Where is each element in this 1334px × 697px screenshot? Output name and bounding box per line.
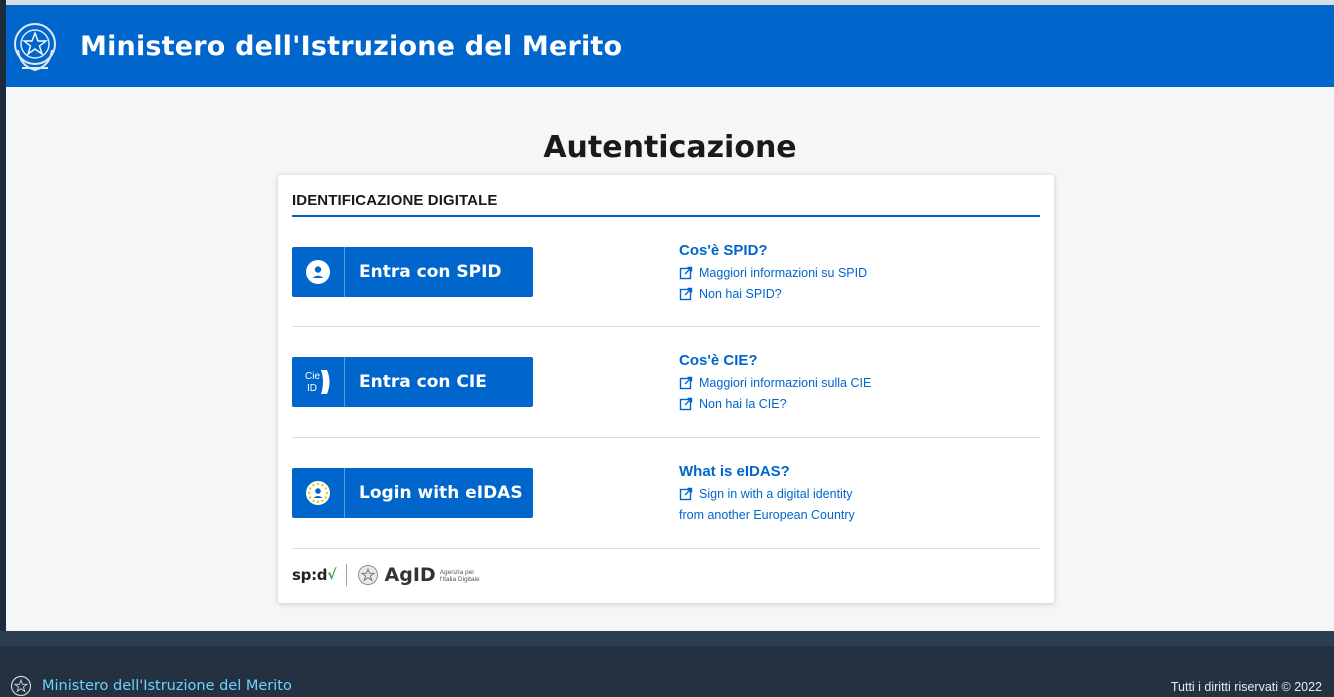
footer-copyright: Tutti i diritti riservati © 2022	[1170, 680, 1322, 694]
eidas-info-title[interactable]: What is eIDAS?	[679, 463, 1029, 480]
eidas-link-continuation[interactable]: from another European Country	[679, 508, 1029, 522]
authentication-card: IDENTIFICAZIONE DIGITALE Entra con SPID …	[278, 175, 1054, 603]
spid-login-row: Entra con SPID Cos'è SPID? Maggiori info…	[292, 242, 1040, 357]
section-title-underline	[292, 215, 1040, 217]
user-icon	[292, 247, 345, 297]
eidas-login-button[interactable]: Login with eIDAS	[292, 468, 533, 518]
spid-check-icon: √	[327, 567, 337, 583]
agid-emblem-icon	[357, 565, 378, 585]
spid-logo: sp:d	[292, 566, 328, 584]
spid-button-label: Entra con SPID	[359, 262, 502, 282]
eidas-info: What is eIDAS? Sign in with a digital id…	[679, 463, 1029, 522]
spid-info-title[interactable]: Cos'è SPID?	[679, 242, 1029, 259]
row-divider	[292, 326, 1040, 327]
link-text: Maggiori informazioni sulla CIE	[699, 376, 872, 390]
page-title: Autenticazione	[543, 130, 797, 165]
link-text: Maggiori informazioni su SPID	[699, 266, 868, 280]
row-divider	[292, 437, 1040, 438]
agid-logo-text: AgID	[384, 564, 436, 586]
cie-button-label: Entra con CIE	[359, 372, 487, 392]
footer-top-band	[0, 631, 1334, 646]
italian-republic-emblem-icon	[10, 675, 32, 697]
italian-republic-emblem-icon[interactable]	[9, 15, 61, 77]
eidas-sign-in-link[interactable]: Sign in with a digital identity	[679, 487, 1029, 501]
external-link-icon	[679, 487, 693, 501]
cie-more-info-link[interactable]: Maggiori informazioni sulla CIE	[679, 376, 1029, 390]
link-text: Non hai la CIE?	[699, 397, 787, 411]
row-divider	[292, 548, 1040, 549]
logo-divider	[345, 564, 347, 586]
spid-info: Cos'è SPID? Maggiori informazioni su SPI…	[679, 242, 1029, 301]
footer-ministry-link[interactable]: Ministero dell'Istruzione del Merito	[42, 678, 292, 694]
agid-subtitle-line: Agenzia per	[439, 569, 475, 576]
cie-login-row: Cie ID Entra con CIE Cos'è CIE? Maggiori…	[292, 352, 1040, 467]
eidas-button-label: Login with eIDAS	[359, 483, 523, 503]
section-title: IDENTIFICAZIONE DIGITALE	[292, 192, 498, 209]
brand-logos: sp:d √ AgID Agenzia per l'Italia Digital…	[292, 562, 480, 588]
cie-icon-text-top: Cie	[305, 371, 320, 382]
external-link-icon	[679, 376, 693, 390]
external-link-icon	[679, 266, 693, 280]
site-footer: Ministero dell'Istruzione del Merito Tut…	[0, 646, 1334, 697]
link-text: Sign in with a digital identity	[699, 487, 853, 501]
cie-login-button[interactable]: Cie ID Entra con CIE	[292, 357, 533, 407]
site-header: Ministero dell'Istruzione del Merito	[6, 5, 1334, 87]
agid-subtitle: Agenzia per l'Italia Digitale	[440, 569, 480, 583]
external-link-icon	[679, 397, 693, 411]
site-title[interactable]: Ministero dell'Istruzione del Merito	[80, 31, 622, 62]
spid-no-account-link[interactable]: Non hai SPID?	[679, 287, 1029, 301]
cie-info-title[interactable]: Cos'è CIE?	[679, 352, 1029, 369]
link-text: Non hai SPID?	[699, 287, 782, 301]
cie-info: Cos'è CIE? Maggiori informazioni sulla C…	[679, 352, 1029, 411]
external-link-icon	[679, 287, 693, 301]
eidas-icon	[292, 468, 345, 518]
cie-id-icon: Cie ID	[292, 357, 345, 407]
agid-subtitle-line: l'Italia Digitale	[439, 576, 480, 583]
spid-more-info-link[interactable]: Maggiori informazioni su SPID	[679, 266, 1029, 280]
cie-no-card-link[interactable]: Non hai la CIE?	[679, 397, 1029, 411]
cie-icon-text-bottom: ID	[307, 383, 317, 394]
spid-login-button[interactable]: Entra con SPID	[292, 247, 533, 297]
